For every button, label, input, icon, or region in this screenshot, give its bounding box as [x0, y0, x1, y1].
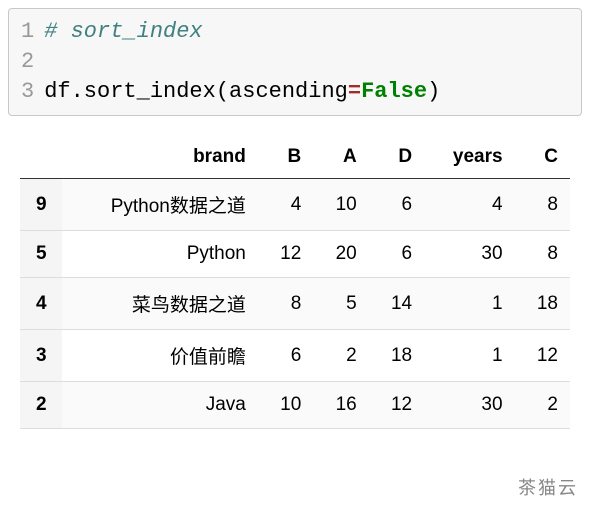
table-cell: Python	[62, 231, 257, 278]
table-cell: 14	[369, 278, 424, 330]
table-cell: 16	[313, 382, 368, 429]
table-cell: 8	[515, 231, 570, 278]
table-header-row: brand B A D years C	[20, 136, 570, 179]
table-row: 4 菜鸟数据之道 8 5 14 1 18	[20, 278, 570, 330]
code-content: # sort_index df.sort_index(ascending=Fal…	[44, 17, 581, 107]
watermark: 茶猫云	[518, 474, 578, 500]
table-row: 3 价值前瞻 6 2 18 1 12	[20, 330, 570, 382]
table-cell: 4	[424, 179, 514, 231]
table-header	[20, 136, 62, 179]
line-number: 1	[21, 17, 34, 47]
index-cell: 5	[20, 231, 62, 278]
code-text: df.sort_index(ascending	[44, 79, 348, 104]
code-line-2	[44, 47, 581, 77]
table-row: 2 Java 10 16 12 30 2	[20, 382, 570, 429]
table-cell: 30	[424, 382, 514, 429]
table-cell: 12	[369, 382, 424, 429]
table-cell: 12	[258, 231, 313, 278]
code-line-3: df.sort_index(ascending=False)	[44, 77, 581, 107]
index-cell: 3	[20, 330, 62, 382]
line-numbers: 1 2 3	[9, 17, 44, 107]
table-cell: 1	[424, 278, 514, 330]
output-table-container: brand B A D years C 9 Python数据之道 4 10 6 …	[20, 136, 570, 429]
table-cell: 4	[258, 179, 313, 231]
table-cell: 18	[369, 330, 424, 382]
code-operator: =	[348, 79, 361, 104]
line-number: 3	[21, 77, 34, 107]
table-cell: 菜鸟数据之道	[62, 278, 257, 330]
table-cell: 6	[258, 330, 313, 382]
table-header: A	[313, 136, 368, 179]
line-number: 2	[21, 47, 34, 77]
table-header: B	[258, 136, 313, 179]
index-cell: 4	[20, 278, 62, 330]
code-line-1: # sort_index	[44, 17, 581, 47]
table-cell: 12	[515, 330, 570, 382]
dataframe-table: brand B A D years C 9 Python数据之道 4 10 6 …	[20, 136, 570, 429]
table-cell: 10	[313, 179, 368, 231]
table-cell: 1	[424, 330, 514, 382]
table-cell: 2	[515, 382, 570, 429]
table-row: 5 Python 12 20 6 30 8	[20, 231, 570, 278]
table-cell: 10	[258, 382, 313, 429]
table-cell: 2	[313, 330, 368, 382]
index-cell: 9	[20, 179, 62, 231]
table-cell: 8	[515, 179, 570, 231]
table-cell: 18	[515, 278, 570, 330]
table-cell: 20	[313, 231, 368, 278]
code-comment: # sort_index	[44, 19, 202, 44]
table-cell: 8	[258, 278, 313, 330]
code-block: 1 2 3 # sort_index df.sort_index(ascendi…	[8, 8, 582, 116]
code-text: )	[427, 79, 440, 104]
table-header: years	[424, 136, 514, 179]
table-cell: 价值前瞻	[62, 330, 257, 382]
table-row: 9 Python数据之道 4 10 6 4 8	[20, 179, 570, 231]
table-header: D	[369, 136, 424, 179]
table-cell: 6	[369, 179, 424, 231]
table-header: brand	[62, 136, 257, 179]
table-cell: 30	[424, 231, 514, 278]
table-cell: 6	[369, 231, 424, 278]
table-header: C	[515, 136, 570, 179]
table-cell: 5	[313, 278, 368, 330]
code-keyword: False	[361, 79, 427, 104]
table-cell: Python数据之道	[62, 179, 257, 231]
table-cell: Java	[62, 382, 257, 429]
index-cell: 2	[20, 382, 62, 429]
